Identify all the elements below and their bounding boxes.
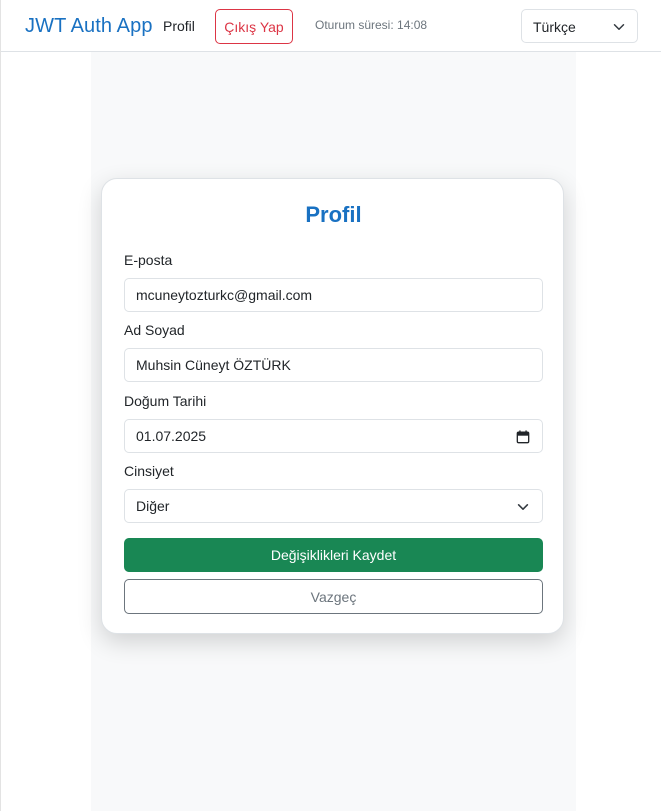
profile-card: Profil E-posta mcuneytozturkc@gmail.com … xyxy=(101,178,564,634)
session-timer: Oturum süresi: 14:08 xyxy=(315,18,428,32)
fullname-value: Muhsin Cüneyt ÖZTÜRK xyxy=(136,357,291,373)
email-label: E-posta xyxy=(124,252,173,268)
language-select[interactable]: Türkçe xyxy=(521,9,638,43)
page-title: Profil xyxy=(305,202,362,227)
language-select-value: Türkçe xyxy=(533,19,576,35)
chevron-down-icon xyxy=(517,504,529,510)
gender-label: Cinsiyet xyxy=(124,463,174,479)
email-value: mcuneytozturkc@gmail.com xyxy=(136,287,313,303)
nav-profile-link[interactable]: Profil xyxy=(163,18,195,34)
fullname-field[interactable]: Muhsin Cüneyt ÖZTÜRK xyxy=(124,348,543,382)
gender-value: Diğer xyxy=(136,498,170,514)
birthdate-value: 01.07.2025 xyxy=(136,428,207,444)
save-button[interactable]: Değişiklikleri Kaydet xyxy=(124,538,543,572)
chevron-down-icon xyxy=(613,24,625,30)
email-field[interactable]: mcuneytozturkc@gmail.com xyxy=(124,278,543,312)
fullname-label: Ad Soyad xyxy=(124,322,185,338)
cancel-button[interactable]: Vazgeç xyxy=(124,579,543,614)
calendar-icon[interactable] xyxy=(516,430,530,444)
navbar: JWT Auth App Profil Çıkış Yap Oturum sür… xyxy=(1,0,661,52)
gender-select[interactable]: Diğer xyxy=(124,489,543,523)
page: JWT Auth App Profil Çıkış Yap Oturum sür… xyxy=(0,0,661,811)
birthdate-field[interactable]: 01.07.2025 xyxy=(124,419,543,453)
logout-button[interactable]: Çıkış Yap xyxy=(215,9,293,44)
brand-link[interactable]: JWT Auth App xyxy=(25,15,153,38)
birthdate-label: Doğum Tarihi xyxy=(124,393,207,409)
